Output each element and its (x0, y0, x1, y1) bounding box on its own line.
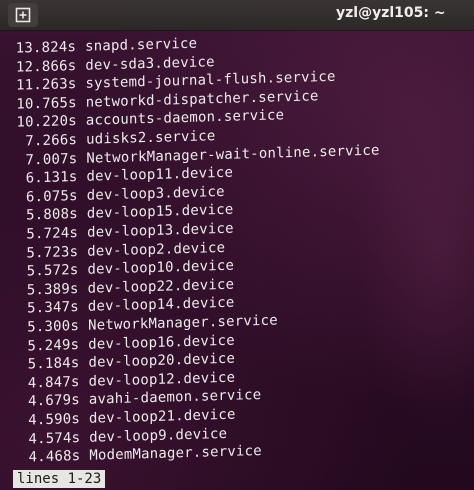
startup-time: 4.590s (28, 411, 81, 429)
unit-name: dev-sda3.device (85, 53, 215, 74)
startup-time: 10.765s (16, 94, 77, 113)
unit-name: dev-loop9.device (89, 425, 228, 446)
startup-time: 5.724s (26, 225, 79, 243)
startup-time: 6.075s (25, 187, 78, 206)
startup-time: 5.249s (27, 336, 80, 355)
window-title: yzl@yzl105: ~ (336, 5, 446, 21)
unit-name: dev-loop22.device (87, 276, 235, 297)
unit-name: udisks2.service (85, 128, 216, 148)
startup-time: 5.347s (26, 299, 79, 317)
startup-time: 5.300s (27, 318, 80, 336)
new-tab-button[interactable] (8, 3, 38, 27)
startup-time: 4.468s (28, 448, 81, 466)
startup-time: 5.572s (26, 262, 79, 280)
unit-name: dev-loop14.device (87, 295, 235, 316)
startup-time: 4.679s (27, 392, 80, 410)
startup-time: 13.824s (15, 38, 77, 57)
startup-time: 12.866s (15, 57, 77, 76)
startup-time: 5.723s (26, 243, 79, 262)
startup-time: 5.184s (27, 355, 80, 373)
unit-name: dev-loop3.device (86, 183, 225, 204)
pager-status: lines 1-23 (13, 470, 106, 488)
terminal-output[interactable]: 13.824s snapd.service 12.866s dev-sda3.devi… (4, 23, 474, 486)
unit-name: dev-loop10.device (87, 257, 235, 278)
startup-time: 7.266s (25, 131, 78, 150)
startup-time: 11.263s (16, 76, 77, 94)
startup-time: 4.574s (28, 429, 81, 448)
unit-name: NetworkManager.service (87, 312, 278, 334)
unit-name: dev-loop16.device (88, 332, 235, 353)
unit-name: ModemManager.service (89, 443, 262, 464)
unit-name: dev-loop2.device (87, 239, 226, 260)
unit-name: accounts-daemon.service (85, 107, 285, 130)
new-tab-icon (15, 7, 31, 23)
startup-time: 4.847s (27, 373, 80, 392)
unit-name: dev-loop13.device (86, 220, 234, 241)
startup-time: 10.220s (16, 113, 77, 132)
unit-name: snapd.service (85, 35, 198, 55)
unit-name: dev-loop11.device (86, 164, 234, 185)
unit-name: dev-loop20.device (88, 350, 236, 371)
terminal-screen: yzl@yzl105: ~ 13.824s snapd.service 12.866… (0, 0, 474, 490)
startup-time: 7.007s (25, 150, 78, 169)
startup-time: 5.808s (26, 206, 78, 224)
unit-name: dev-loop15.device (86, 202, 234, 223)
unit-name: dev-loop12.device (88, 369, 236, 390)
startup-time: 6.131s (25, 169, 78, 187)
unit-name: dev-loop21.device (88, 406, 236, 427)
startup-time: 5.389s (26, 280, 79, 299)
